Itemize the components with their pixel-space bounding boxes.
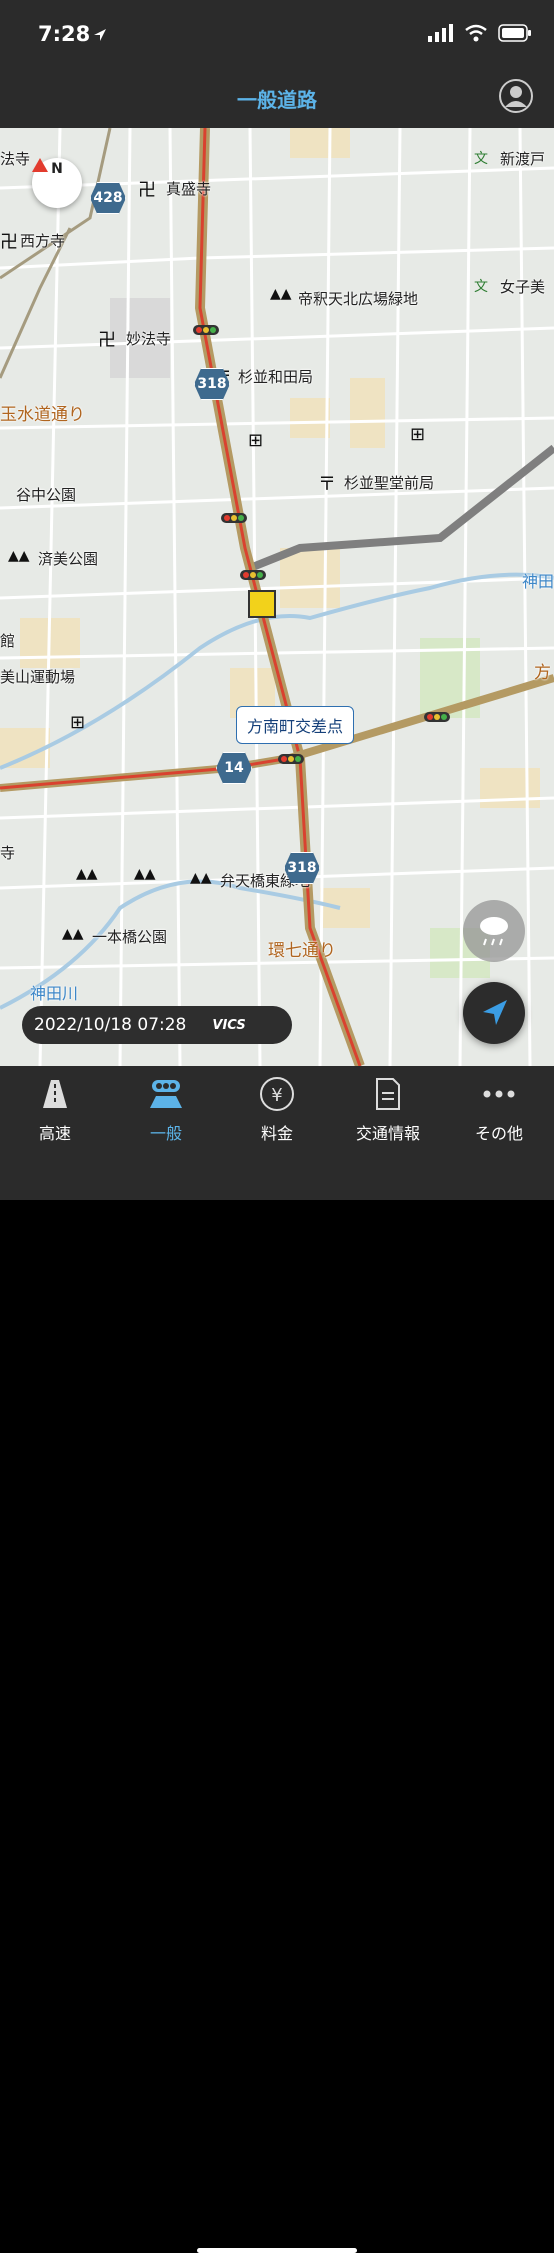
yen-icon: ¥ (260, 1077, 294, 1111)
map-label: 真盛寺 (166, 180, 212, 198)
map-label: 神田川 (30, 984, 79, 1003)
current-location-button[interactable] (463, 982, 525, 1044)
map-label: 西方寺 (20, 232, 66, 250)
traffic-light-icon (240, 570, 266, 580)
wifi-icon (465, 24, 487, 42)
traffic-light-icon (221, 513, 247, 523)
tab-label: 料金 (260, 1124, 293, 1143)
traffic-light-icon (193, 325, 219, 335)
map-label: 一本橋公園 (92, 928, 168, 946)
map-label: 玉水道通り (0, 405, 85, 425)
tab-highway[interactable]: 高速 (0, 1076, 110, 1144)
compass-button[interactable]: N (32, 158, 82, 208)
timestamp-bar: 2022/10/18 07:28 VICS (22, 1006, 292, 1044)
school-icon: 文 (474, 151, 488, 167)
map-label: 方 (534, 663, 551, 683)
temple-icon: 卍 (0, 232, 18, 253)
route-shield: 318 (194, 368, 230, 400)
map-label: 杉並和田局 (238, 368, 314, 386)
park-icon: ▲▲ (134, 866, 156, 882)
map-label: 妙法寺 (126, 330, 172, 348)
status-icons (428, 24, 532, 42)
weather-button[interactable] (463, 900, 525, 962)
park-icon: ▲▲ (62, 926, 84, 942)
park-icon: ▲▲ (190, 870, 212, 886)
map-label: 美山運動場 (0, 668, 76, 686)
temple-icon: 卍 (138, 180, 156, 201)
tab-label: 交通情報 (355, 1124, 420, 1143)
school-icon: 文 (474, 279, 488, 295)
route-shield: 428 (90, 182, 126, 214)
header: 一般道路 (0, 70, 554, 128)
page-title: 一般道路 (237, 88, 317, 112)
rain-cloud-icon (480, 917, 508, 946)
map-label: 女子美 (500, 278, 546, 296)
map-label: 帝釈天北広場緑地 (298, 290, 419, 308)
tab-bar: 高速 一般 ¥ 料金 交通情報 その他 (0, 1066, 554, 2253)
more-icon (483, 1090, 515, 1098)
interchange-icon[interactable] (248, 590, 276, 618)
route-shield: 318 (284, 852, 320, 884)
map-label: 館 (0, 632, 16, 650)
map-label: 法寺 (0, 150, 31, 168)
hospital-icon: ⊞ (70, 712, 86, 733)
document-icon (376, 1078, 400, 1110)
north-arrow-icon (32, 158, 48, 172)
svg-text:¥: ¥ (271, 1085, 282, 1106)
vics-badge: VICS (212, 1017, 246, 1033)
tab-label: 一般 (149, 1124, 182, 1143)
intersection-callout[interactable]: 方南町交差点 (236, 706, 355, 744)
traffic-light-car-icon (150, 1080, 182, 1108)
map-view[interactable]: N 法寺 卍 真盛寺 卍 西方寺 卍 妙法寺 ▲▲ 帝釈天北広場緑地 〒 杉並和… (0, 128, 554, 1066)
hospital-icon: ⊞ (410, 424, 426, 445)
traffic-light-icon (424, 712, 450, 722)
temple-icon: 卍 (98, 330, 116, 351)
account-button[interactable] (498, 78, 534, 114)
battery-icon (498, 24, 531, 42)
map-label: 新渡戸 (500, 150, 546, 168)
route-shield: 14 (216, 752, 252, 784)
account-icon (499, 79, 533, 113)
status-bar: 7:28 (0, 0, 554, 70)
location-arrow-icon (94, 29, 106, 41)
map-label: 杉並聖堂前局 (344, 474, 435, 492)
navigation-arrow-icon (483, 1000, 507, 1025)
highway-icon (43, 1080, 67, 1108)
park-icon: ▲▲ (76, 866, 98, 882)
home-indicator (197, 2248, 357, 2253)
tab-traffic-info[interactable]: 交通情報 (333, 1076, 443, 1144)
map-label: 済美公園 (38, 550, 99, 568)
post-office-icon: 〒 (318, 474, 336, 495)
tab-more[interactable]: その他 (444, 1076, 554, 1144)
map-label: 寺 (0, 844, 16, 862)
tab-general-road[interactable]: 一般 (111, 1076, 221, 1144)
park-icon: ▲▲ (270, 286, 292, 302)
tab-label: その他 (474, 1124, 523, 1143)
map-label: 谷中公園 (16, 486, 77, 504)
tab-label: 高速 (38, 1124, 71, 1143)
timestamp-text: 2022/10/18 07:28 (34, 1015, 187, 1035)
hospital-icon: ⊞ (248, 430, 264, 451)
tab-toll[interactable]: ¥ 料金 (222, 1076, 332, 1144)
status-time: 7:28 (38, 22, 91, 46)
map-label: 神田 (522, 572, 554, 591)
traffic-light-icon (278, 754, 304, 764)
map-label: 環七通り (268, 941, 336, 961)
signal-icon (428, 24, 453, 42)
park-icon: ▲▲ (8, 548, 30, 564)
